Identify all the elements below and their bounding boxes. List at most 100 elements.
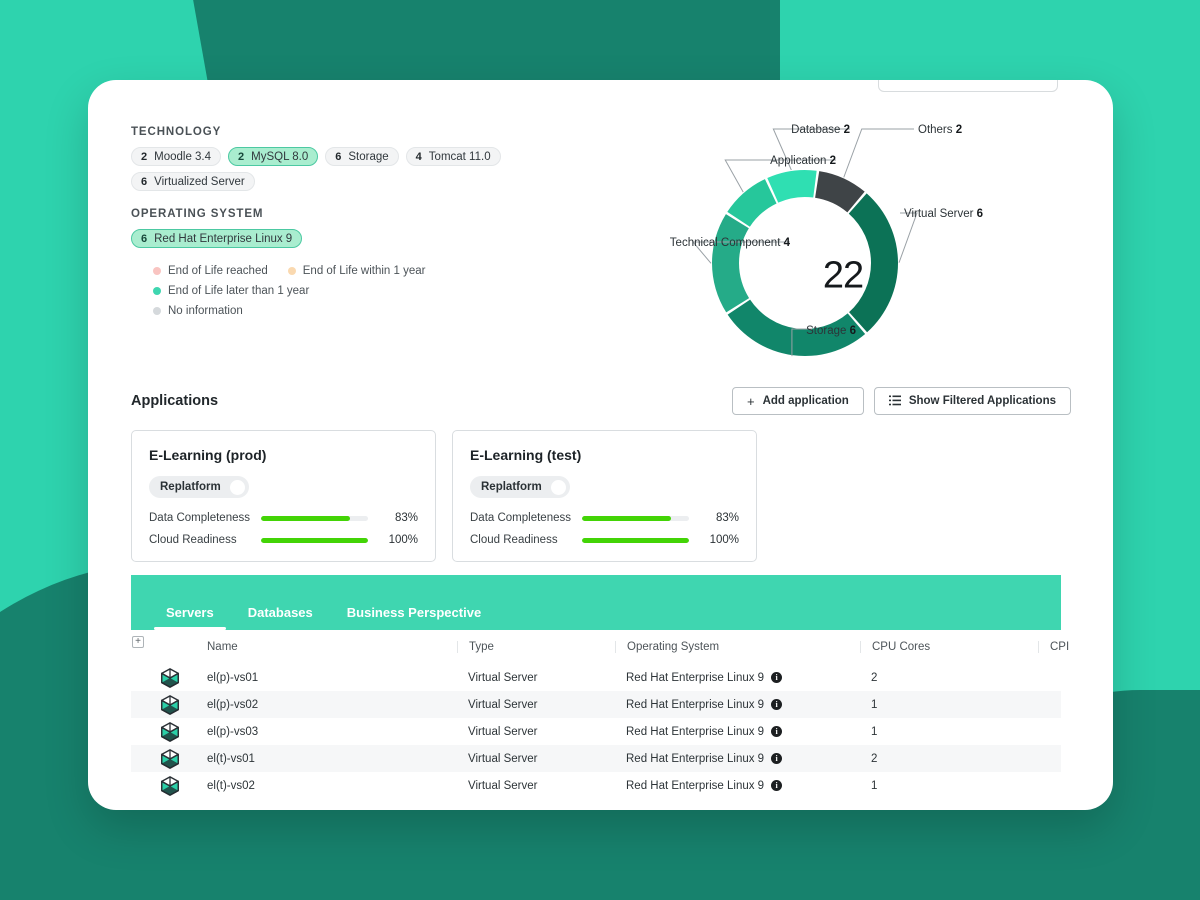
legend-item[interactable]: End of Life reached — [153, 265, 268, 277]
cell-cpu-cores: 1 — [871, 725, 878, 738]
facet-chip-label: Virtualized Server — [154, 175, 245, 188]
metric-row: Cloud Readiness 100% — [470, 534, 739, 546]
cell-name[interactable]: el(p)-vs03 — [207, 726, 457, 738]
cell-name[interactable]: el(p)-vs02 — [207, 699, 457, 711]
legend-label: End of Life later than 1 year — [168, 285, 310, 297]
add-application-button[interactable]: + Add application — [731, 387, 864, 415]
application-name: E-Learning (test) — [470, 447, 582, 463]
application-card[interactable]: E-Learning (prod) Replatform Data Complete… — [131, 430, 436, 562]
column-header-cpu-cores[interactable]: CPU Cores — [860, 641, 1038, 653]
dashboard-card: TECHNOLOGY 2 Moodle 3.4 2 MySQL 8.0 6 Storage… — [88, 80, 1113, 810]
cell-os-text: Red Hat Enterprise Linux 9 — [626, 752, 765, 765]
legend-item[interactable]: End of Life within 1 year — [287, 265, 426, 277]
donut-label-name: Others — [918, 124, 953, 136]
table-row[interactable]: el(t)-vs02 Virtual Server Red Hat Enterpri… — [131, 772, 1061, 799]
strategy-badge-label: Replatform — [481, 481, 542, 493]
metric-value: 83% — [715, 512, 739, 524]
info-icon[interactable]: i — [771, 699, 783, 710]
server-cube-icon — [161, 721, 179, 742]
facet-chip-label: Tomcat 11.0 — [428, 150, 491, 163]
column-header-operating-system[interactable]: Operating System — [615, 641, 860, 653]
facet-chip[interactable]: 2 MySQL 8.0 — [228, 147, 319, 166]
table-row[interactable]: el(p)-vs03 Virtual Server Red Hat Enterpri… — [131, 718, 1061, 745]
cell-name[interactable]: el(t)-vs02 — [207, 780, 457, 792]
cell-operating-system: Red Hat Enterprise Linux 9 i — [615, 726, 860, 738]
cell-name[interactable]: el(p)-vs01 — [207, 672, 457, 684]
application-card[interactable]: E-Learning (test) Replatform Data Complete… — [452, 430, 757, 562]
cell-os-text: Red Hat Enterprise Linux 9 — [626, 779, 765, 792]
servers-table: + Name Type Operating System CPU Cores C… — [131, 630, 1069, 799]
info-icon[interactable]: i — [771, 753, 783, 764]
show-filtered-applications-button[interactable]: Show Filtered Applications — [873, 387, 1071, 415]
facet-chip-count: 6 — [141, 232, 148, 245]
table-row[interactable]: el(t)-vs01 Virtual Server Red Hat Enterpri… — [131, 745, 1061, 772]
row-icon-cell — [159, 775, 207, 797]
legend-color-dot — [287, 267, 296, 275]
info-icon[interactable]: i — [771, 780, 783, 791]
cutoff-panel-above — [878, 80, 1058, 92]
tab-servers[interactable]: Servers — [154, 605, 226, 630]
applications-actions: + Add application Show Filtered Applicat… — [731, 387, 1071, 415]
cell-type: Virtual Server — [468, 698, 538, 711]
expand-all-cell: + — [131, 636, 159, 648]
donut-label: Storage 6 — [806, 325, 856, 337]
server-cube-icon — [161, 694, 179, 715]
plus-icon: + — [746, 393, 755, 409]
metric-progress-fill — [261, 537, 368, 543]
metric-row: Data Completeness 83% — [149, 512, 418, 524]
facet-chip[interactable]: 2 Moodle 3.4 — [131, 147, 222, 166]
facet-chip-count: 2 — [141, 150, 148, 163]
metric-label: Data Completeness — [470, 512, 571, 524]
cell-type: Virtual Server — [468, 779, 538, 792]
table-row[interactable]: el(p)-vs01 Virtual Server Red Hat Enterpri… — [131, 664, 1061, 691]
metric-label: Cloud Readiness — [470, 534, 558, 546]
donut-label: Others 2 — [918, 124, 962, 136]
info-icon[interactable]: i — [771, 726, 783, 737]
facet-chip-count: 6 — [335, 150, 342, 163]
facet-chip[interactable]: 6 Red Hat Enterprise Linux 9 — [131, 229, 303, 248]
donut-label-value: 6 — [976, 208, 984, 220]
legend-item[interactable]: No information — [153, 305, 243, 317]
show-filtered-applications-label: Show Filtered Applications — [908, 395, 1056, 407]
donut-label-name: Application — [770, 155, 827, 167]
donut-label-value: 4 — [783, 237, 790, 249]
metric-label: Cloud Readiness — [149, 534, 237, 546]
tab-databases[interactable]: Databases — [236, 605, 325, 630]
facet-chip[interactable]: 6 Virtualized Server — [131, 172, 255, 191]
metric-progress-track — [582, 515, 689, 521]
legend-item[interactable]: End of Life later than 1 year — [153, 285, 309, 297]
donut-label: Technical Component 4 — [670, 237, 790, 249]
donut-label-value: 2 — [843, 124, 850, 136]
facet-chip[interactable]: 6 Storage — [325, 147, 399, 166]
cell-type: Virtual Server — [468, 752, 538, 765]
metric-progress-fill — [582, 515, 671, 521]
strategy-badge[interactable]: Replatform — [470, 476, 570, 498]
facet-chip[interactable]: 4 Tomcat 11.0 — [405, 147, 501, 166]
applications-title: Applications — [131, 393, 219, 409]
donut-label-name: Storage — [806, 325, 847, 337]
metric-value: 100% — [388, 534, 418, 546]
column-header-name[interactable]: Name — [207, 641, 457, 653]
column-header-type[interactable]: Type — [457, 641, 615, 653]
strategy-badge-knob — [229, 479, 245, 495]
donut-label-name: Database — [791, 124, 841, 136]
facet-chip-label: MySQL 8.0 — [251, 150, 309, 163]
info-icon[interactable]: i — [771, 672, 783, 683]
facet-filters: TECHNOLOGY 2 Moodle 3.4 2 MySQL 8.0 6 Storage… — [131, 126, 601, 325]
cell-cpu-cores: 2 — [871, 671, 878, 684]
server-cube-icon — [161, 748, 179, 769]
legend-label: End of Life reached — [168, 265, 268, 277]
facet-chip-label: Moodle 3.4 — [154, 150, 212, 163]
cell-name[interactable]: el(t)-vs01 — [207, 753, 457, 765]
donut-label: Database 2 — [791, 124, 850, 136]
table-row[interactable]: el(p)-vs02 Virtual Server Red Hat Enterpri… — [131, 691, 1061, 718]
expand-all-button[interactable]: + — [132, 636, 144, 648]
facet-chip-label: Red Hat Enterprise Linux 9 — [154, 232, 293, 245]
tab-business-perspective[interactable]: Business Perspective — [335, 605, 493, 630]
technology-facet-title: TECHNOLOGY — [131, 126, 222, 138]
server-cube-icon — [161, 775, 179, 796]
column-header-cpi[interactable]: CPI — [1038, 641, 1098, 653]
list-icon — [888, 395, 901, 408]
strategy-badge[interactable]: Replatform — [149, 476, 249, 498]
metric-value: 83% — [394, 512, 418, 524]
